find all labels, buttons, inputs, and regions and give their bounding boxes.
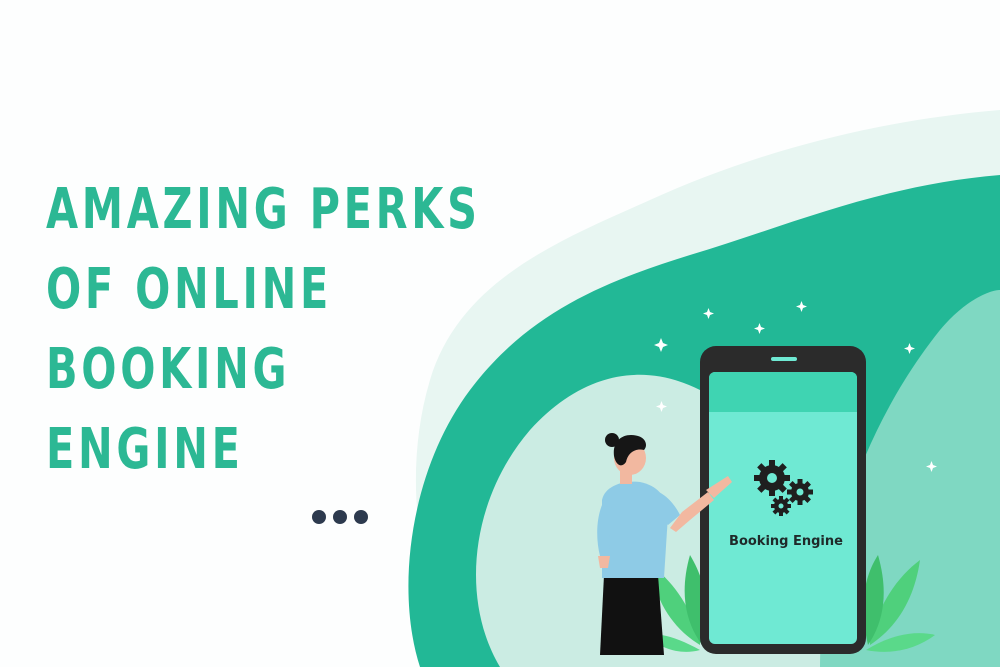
headline-line-2: OF ONLINE <box>46 257 332 322</box>
headline: AMAZING PERKS OF ONLINE BOOKING ENGINE <box>46 170 481 490</box>
dot <box>354 510 368 524</box>
dot <box>312 510 326 524</box>
headline-line-4: ENGINE <box>46 417 244 482</box>
dot <box>333 510 347 524</box>
more-dots-icon <box>312 510 368 524</box>
headline-line-3: BOOKING <box>46 337 291 402</box>
screen-label: Booking Engine <box>729 534 843 549</box>
headline-line-1: AMAZING PERKS <box>46 177 481 242</box>
hero-banner: Booking Engine AMAZING PERKS OF ONLINE B… <box>0 0 1000 667</box>
